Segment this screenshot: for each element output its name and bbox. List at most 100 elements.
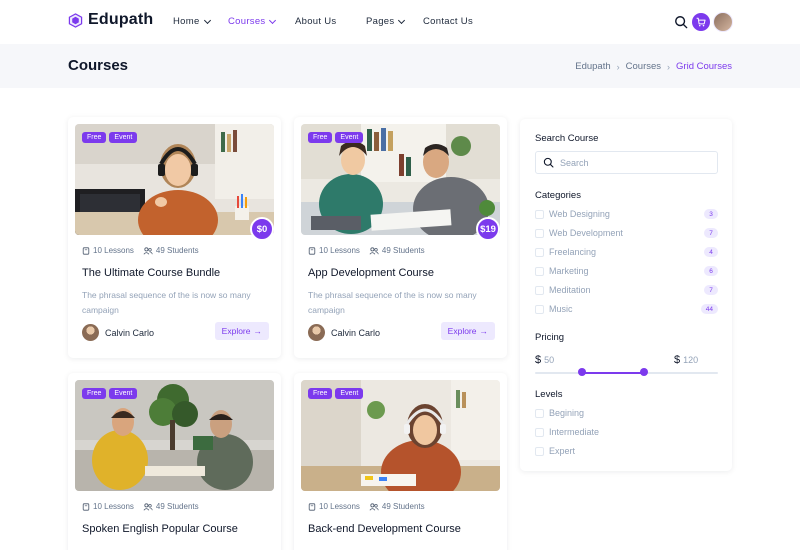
search-icon[interactable] xyxy=(674,15,688,29)
tag-event[interactable]: Event xyxy=(335,388,364,399)
nav-item-label: Contact Us xyxy=(423,16,473,27)
lessons-text: 10 Lessons xyxy=(93,246,134,255)
students-count: 49 Students xyxy=(143,502,199,511)
chevron-right-icon: › xyxy=(616,61,620,72)
search-icon xyxy=(543,157,554,168)
nav-item-about[interactable]: About Us xyxy=(295,16,336,27)
users-icon xyxy=(143,502,153,510)
author-name[interactable]: Calvin Carlo xyxy=(331,328,380,338)
tag-event[interactable]: Event xyxy=(109,132,138,143)
explore-button[interactable]: Explore → xyxy=(440,322,495,340)
course-title[interactable]: Back-end Development Course xyxy=(308,523,461,535)
nav-item-home[interactable]: Home xyxy=(173,16,211,27)
tag-event[interactable]: Event xyxy=(109,388,138,399)
cart-button[interactable] xyxy=(692,13,710,31)
nav-item-courses[interactable]: Courses xyxy=(228,16,277,27)
breadcrumb-item[interactable]: Courses xyxy=(626,61,661,72)
breadcrumb-item[interactable]: Edupath xyxy=(575,61,610,72)
category-checkbox[interactable] xyxy=(535,247,544,257)
level-checkbox[interactable] xyxy=(535,408,544,418)
tag-free[interactable]: Free xyxy=(308,388,333,399)
course-card[interactable]: Free Event 10 Lessons 49 Students Spoken… xyxy=(68,373,281,550)
nav-item-pages[interactable]: Pages xyxy=(366,16,406,27)
category-web-development[interactable]: Web Development 7 xyxy=(535,227,718,239)
students-text: 49 Students xyxy=(155,246,199,255)
filter-sidebar: Search Course Categories Web Designing 3… xyxy=(520,119,732,471)
search-input[interactable] xyxy=(560,157,710,168)
category-web-designing[interactable]: Web Designing 3 xyxy=(535,208,718,220)
students-text: 49 Students xyxy=(155,502,199,511)
author-name[interactable]: Calvin Carlo xyxy=(105,328,154,338)
category-marketing[interactable]: Marketing 6 xyxy=(535,265,718,277)
students-count: 49 Students xyxy=(143,246,199,255)
book-icon xyxy=(82,502,90,511)
category-music[interactable]: Music 44 xyxy=(535,303,718,315)
course-title[interactable]: The Ultimate Course Bundle xyxy=(82,267,220,279)
categories-heading: Categories xyxy=(535,190,581,201)
level-intermediate[interactable]: Intermediate xyxy=(535,426,718,438)
students-text: 49 Students xyxy=(381,246,425,255)
logo-icon xyxy=(68,12,83,28)
category-freelancing[interactable]: Freelancing 4 xyxy=(535,246,718,258)
category-meditation[interactable]: Meditation 7 xyxy=(535,284,718,296)
level-expert[interactable]: Expert xyxy=(535,445,718,457)
price-slider-range xyxy=(582,372,644,374)
nav-item-label: Pages xyxy=(366,16,395,27)
arrow-right-icon: → xyxy=(479,326,489,336)
level-label: Intermediate xyxy=(549,427,600,437)
page-header: Courses Edupath › Courses › Grid Courses xyxy=(0,44,800,88)
cart-icon xyxy=(696,17,706,27)
course-title[interactable]: App Development Course xyxy=(308,267,434,279)
users-icon xyxy=(369,246,379,254)
level-checkbox[interactable] xyxy=(535,446,544,456)
tag-free[interactable]: Free xyxy=(308,132,333,143)
chevron-down-icon xyxy=(203,16,211,24)
price-max-value: 120 xyxy=(683,355,699,365)
user-avatar[interactable] xyxy=(713,12,733,32)
chevron-down-icon xyxy=(398,16,406,24)
chevron-down-icon xyxy=(269,16,277,24)
users-icon xyxy=(143,246,153,254)
card-tags: Free Event xyxy=(82,132,138,143)
price-max: $ 120 xyxy=(674,354,698,366)
lessons-count: 10 Lessons xyxy=(82,502,134,511)
author-avatar xyxy=(82,324,99,341)
category-checkbox[interactable] xyxy=(535,209,544,219)
course-author: Calvin Carlo xyxy=(82,324,154,341)
lessons-text: 10 Lessons xyxy=(319,502,360,511)
logo-text: Edupath xyxy=(88,11,154,28)
search-box[interactable] xyxy=(535,151,718,174)
students-text: 49 Students xyxy=(381,502,425,511)
lessons-count: 10 Lessons xyxy=(82,246,134,255)
lessons-text: 10 Lessons xyxy=(319,246,360,255)
currency-symbol: $ xyxy=(674,354,681,366)
breadcrumb: Edupath › Courses › Grid Courses xyxy=(575,61,732,72)
category-checkbox[interactable] xyxy=(535,266,544,276)
category-count: 4 xyxy=(704,247,718,257)
author-avatar xyxy=(308,324,325,341)
tag-event[interactable]: Event xyxy=(335,132,364,143)
lessons-count: 10 Lessons xyxy=(308,502,360,511)
explore-label: Explore xyxy=(447,326,477,336)
logo[interactable]: Edupath xyxy=(68,11,153,29)
category-checkbox[interactable] xyxy=(535,285,544,295)
nav-item-contact[interactable]: Contact Us xyxy=(423,16,473,27)
price-min: $ 50 xyxy=(535,354,554,366)
category-label: Music xyxy=(549,304,573,314)
category-checkbox[interactable] xyxy=(535,304,544,314)
course-meta: 10 Lessons 49 Students xyxy=(82,246,199,255)
category-checkbox[interactable] xyxy=(535,228,544,238)
course-card[interactable]: Free Event $19 10 Lessons 49 Students Ap… xyxy=(294,117,507,358)
tag-free[interactable]: Free xyxy=(82,132,107,143)
course-title[interactable]: Spoken English Popular Course xyxy=(82,523,238,535)
explore-button[interactable]: Explore → xyxy=(214,322,269,340)
price-slider-max-handle[interactable] xyxy=(640,368,648,376)
course-card[interactable]: Free Event $0 10 Lessons 49 Students The… xyxy=(68,117,281,358)
course-card[interactable]: Free Event 10 Lessons 49 Students Back-e… xyxy=(294,373,507,550)
book-icon xyxy=(308,502,316,511)
tag-free[interactable]: Free xyxy=(82,388,107,399)
level-checkbox[interactable] xyxy=(535,427,544,437)
level-begining[interactable]: Begining xyxy=(535,407,718,419)
course-meta: 10 Lessons 49 Students xyxy=(82,502,199,511)
price-slider-min-handle[interactable] xyxy=(578,368,586,376)
